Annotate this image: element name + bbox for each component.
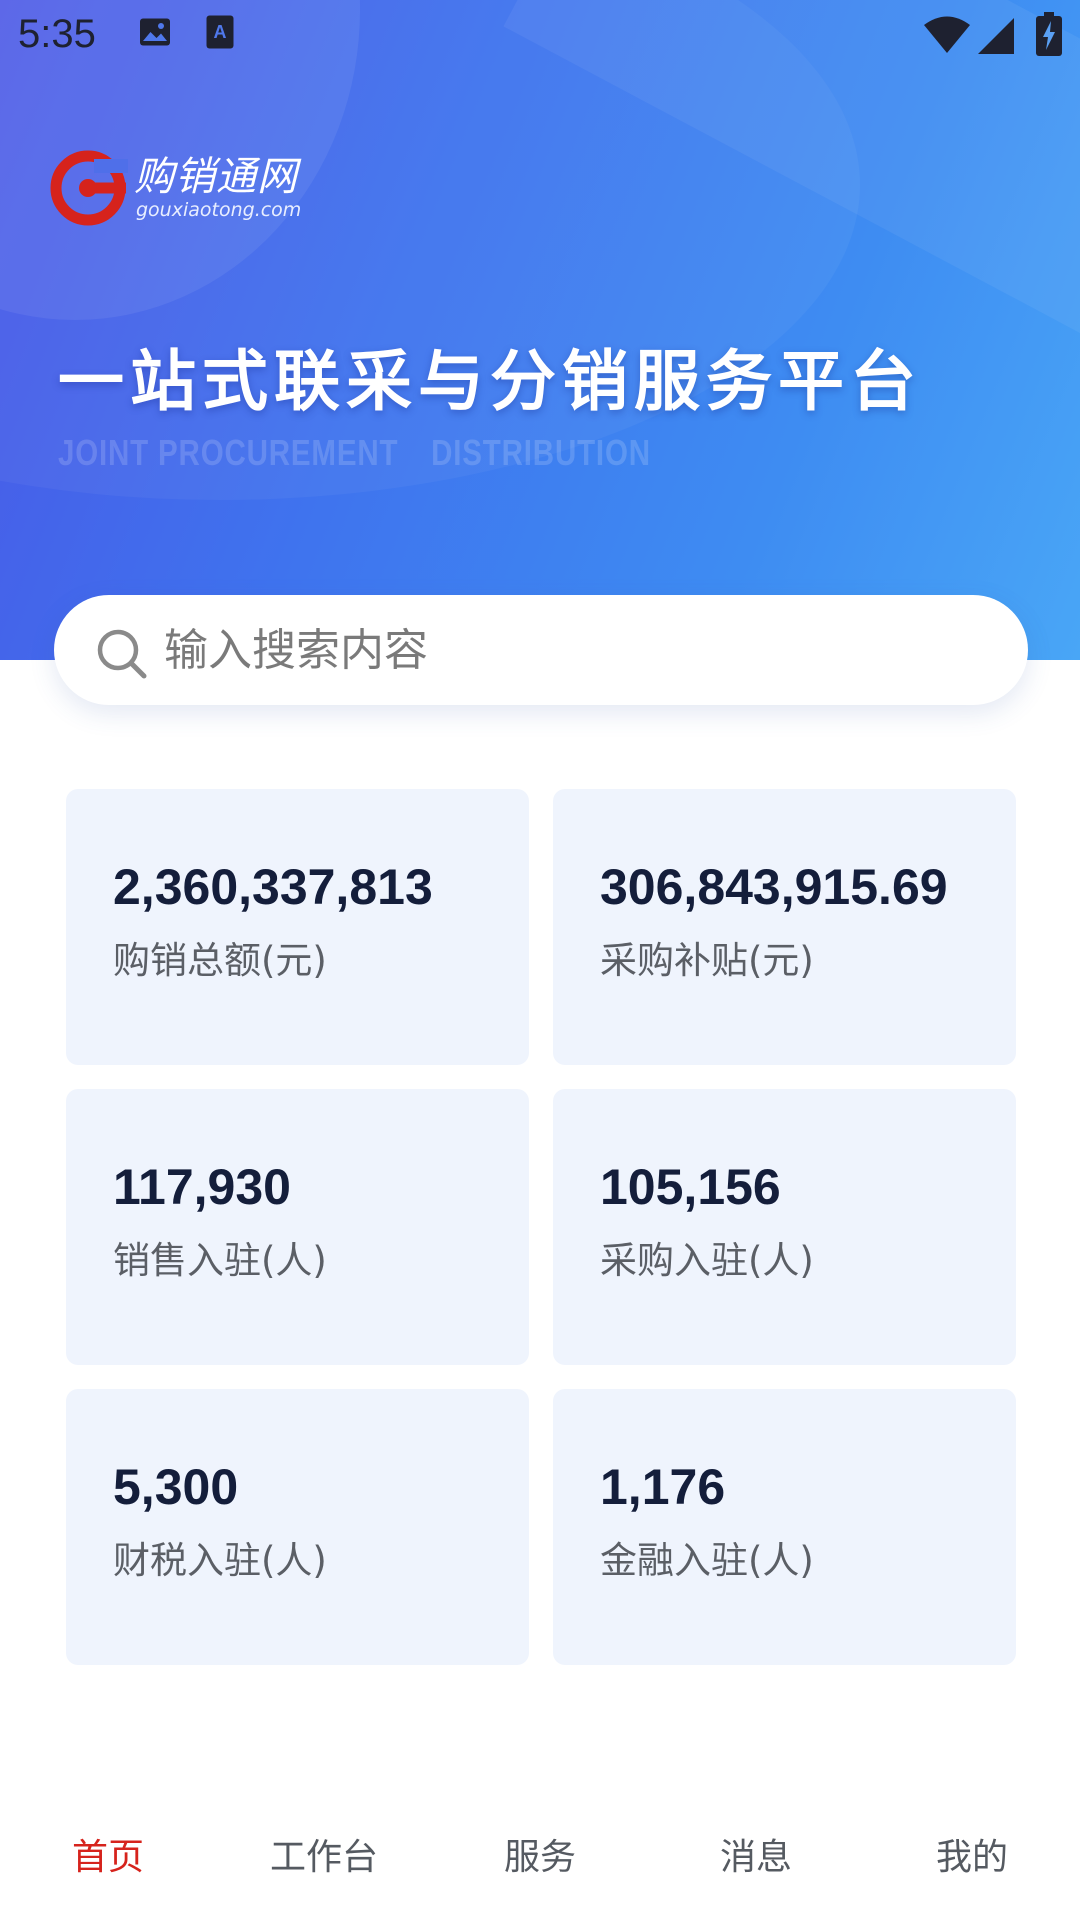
bottom-nav: 首页 工作台 服务 消息 我的 [0,1800,1080,1920]
search-input[interactable] [164,624,984,676]
stat-label: 销售入驻(人) [113,1239,327,1282]
text-a-icon: A [206,15,234,49]
brand-logo: 购销通网 gouxiaotong.com [48,148,301,228]
cell-signal-icon [978,18,1014,54]
stats-grid: 2,360,337,813 购销总额(元) 306,843,915.69 采购补… [66,789,1016,1665]
stat-label: 金融入驻(人) [600,1539,814,1582]
stat-label: 购销总额(元) [113,939,327,982]
svg-text:A: A [214,22,227,42]
stat-value: 105,156 [600,1159,781,1215]
status-bar: 5:35 A [0,0,1080,72]
stat-label: 采购补贴(元) [600,939,814,982]
stat-card-purchase-members[interactable]: 105,156 采购入驻(人) [553,1089,1016,1365]
nav-item-profile[interactable]: 我的 [864,1800,1080,1920]
hero-subtitle-part: DISTRIBUTION [431,432,651,473]
stat-value: 1,176 [600,1459,726,1515]
stat-card-purchase-subsidy[interactable]: 306,843,915.69 采购补贴(元) [553,789,1016,1065]
nav-item-home[interactable]: 首页 [0,1800,216,1920]
hero-title: 一站式联采与分销服务平台 [58,343,922,420]
stat-card-sales-members[interactable]: 117,930 销售入驻(人) [66,1089,529,1365]
stat-card-finance-members[interactable]: 1,176 金融入驻(人) [553,1389,1016,1665]
home-screen: 5:35 A 购销通网 gouxiaotong.com 一站式联采与分销服务平台… [0,0,1080,1920]
hero-subtitle-part: JOINT PROCUREMENT [58,432,399,473]
nav-item-services[interactable]: 服务 [432,1800,648,1920]
search-bar[interactable] [54,595,1028,705]
logo-text-en: gouxiaotong.com [136,199,302,221]
image-icon [140,18,170,46]
status-time: 5:35 [18,12,96,56]
stat-value: 2,360,337,813 [113,859,433,915]
stat-label: 采购入驻(人) [600,1239,814,1282]
wifi-icon [924,16,970,53]
hero-subtitle: JOINT PROCUREMENT DISTRIBUTION [58,432,651,474]
stat-value: 306,843,915.69 [600,859,948,915]
battery-charging-icon [1036,12,1062,56]
stat-value: 5,300 [113,1459,239,1515]
stat-card-total-volume[interactable]: 2,360,337,813 购销总额(元) [66,789,529,1065]
stat-value: 117,930 [113,1159,291,1215]
search-icon [97,629,147,679]
nav-item-messages[interactable]: 消息 [648,1800,864,1920]
stat-card-tax-members[interactable]: 5,300 财税入驻(人) [66,1389,529,1665]
nav-item-workbench[interactable]: 工作台 [216,1800,432,1920]
logo-mark-icon [50,150,128,226]
logo-text-cn: 购销通网 [134,154,298,200]
hero-banner: 5:35 A 购销通网 gouxiaotong.com 一站式联采与分销服务平台… [0,0,1080,660]
stat-label: 财税入驻(人) [113,1539,327,1582]
